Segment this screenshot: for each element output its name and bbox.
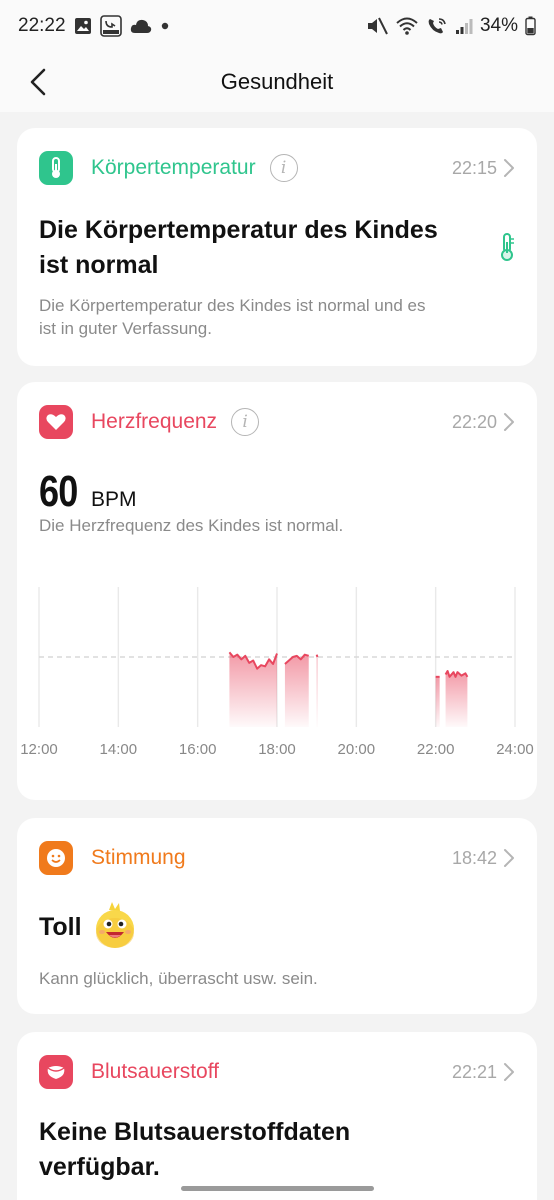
temperature-time: 22:15 — [451, 157, 497, 178]
heart-rate-card-header: Herzfrequenz i 22:20 — [39, 404, 515, 440]
mood-time: 18:42 — [451, 847, 497, 868]
heart-icon — [39, 405, 73, 439]
blood-oxygen-time: 22:21 — [451, 1061, 497, 1082]
smiley-icon — [39, 841, 73, 875]
happy-emoji-icon — [93, 900, 137, 955]
thermometer-icon — [39, 151, 73, 185]
chart-x-tick-label: 16:00 — [179, 741, 217, 758]
status-time: 22:22 — [18, 15, 66, 36]
mood-title: Stimmung — [91, 846, 186, 869]
temperature-card-header: Körpertemperatur i 22:15 — [39, 150, 515, 186]
wifi-icon — [395, 16, 419, 36]
mood-headline: Toll — [39, 913, 82, 941]
heart-rate-value: 60 BPM — [39, 467, 137, 517]
chart-line-segment — [315, 654, 319, 658]
dot-icon — [160, 21, 170, 31]
back-button[interactable] — [18, 62, 58, 102]
heart-rate-time: 22:20 — [451, 411, 497, 432]
chevron-right-icon — [503, 848, 515, 868]
cloud-icon — [130, 18, 152, 34]
blood-oxygen-headline: Keine Blutsauerstoffdaten verfügbar. — [39, 1118, 351, 1181]
mood-description: Kann glücklich, überrascht usw. sein. — [39, 969, 318, 988]
mood-card[interactable]: Stimmung 18:42 Toll Kann glücklich, über… — [17, 818, 537, 1014]
temperature-description: Die Körpertemperatur des Kindes ist norm… — [39, 296, 426, 338]
page-title: Gesundheit — [220, 69, 334, 94]
info-icon[interactable]: i — [269, 154, 298, 182]
home-indicator[interactable] — [181, 1186, 374, 1191]
chart-area-segment — [445, 671, 468, 727]
heart-rate-unit: BPM — [91, 488, 137, 511]
heart-rate-chart: 12:00 14:00 16:00 18:00 20:00 22:00 24:00 — [20, 587, 534, 758]
chart-area-segment — [229, 652, 277, 727]
chevron-right-icon — [503, 412, 515, 432]
chart-x-tick-label: 20:00 — [338, 741, 376, 758]
temperature-headline: Die Körpertemperatur des Kindes ist norm… — [39, 216, 438, 279]
temperature-card[interactable]: Körpertemperatur i 22:15 Die Körpertempe… — [17, 128, 537, 366]
lungs-icon — [39, 1055, 73, 1089]
battery-text: 34% — [479, 15, 518, 36]
heart-rate-description: Die Herzfrequenz des Kindes ist normal. — [39, 516, 344, 535]
chart-x-tick-label: 22:00 — [417, 741, 455, 758]
image-icon — [74, 17, 92, 35]
chevron-left-icon — [30, 68, 46, 96]
heart-rate-number: 60 — [39, 467, 78, 516]
blood-oxygen-title: Blutsauerstoff — [91, 1060, 220, 1083]
wifi-call-icon — [426, 16, 448, 36]
mood-card-header: Stimmung 18:42 — [39, 840, 515, 876]
info-icon[interactable]: i — [231, 408, 260, 436]
chart-x-tick-label: 24:00 — [496, 741, 534, 758]
heart-rate-title: Herzfrequenz — [91, 410, 218, 433]
signal-icon — [455, 17, 473, 35]
chart-x-tick-label: 14:00 — [100, 741, 138, 758]
chart-x-tick-label: 12:00 — [20, 741, 58, 758]
chevron-right-icon — [503, 158, 515, 178]
chart-x-tick-label: 18:00 — [258, 741, 296, 758]
nav-bar: Gesundheit — [0, 52, 554, 112]
battery-icon — [525, 16, 536, 36]
blood-oxygen-card-header: Blutsauerstoff 22:21 — [39, 1054, 515, 1090]
heart-rate-card[interactable]: Herzfrequenz i 22:20 60 BPM Die Herzfreq… — [17, 382, 537, 800]
status-bar: 22:22 34% — [0, 0, 554, 52]
mute-icon — [366, 16, 388, 36]
chart-area-segment — [284, 654, 309, 727]
chart-area-segment — [435, 676, 440, 727]
chart-area-segment — [316, 654, 318, 727]
blood-oxygen-card[interactable]: Blutsauerstoff 22:21 Keine Blutsauerstof… — [17, 1032, 537, 1200]
temperature-title: Körpertemperatur — [91, 156, 256, 179]
chevron-right-icon — [503, 1062, 515, 1082]
thermometer-status-icon — [497, 232, 517, 267]
imoo-icon — [99, 15, 122, 37]
